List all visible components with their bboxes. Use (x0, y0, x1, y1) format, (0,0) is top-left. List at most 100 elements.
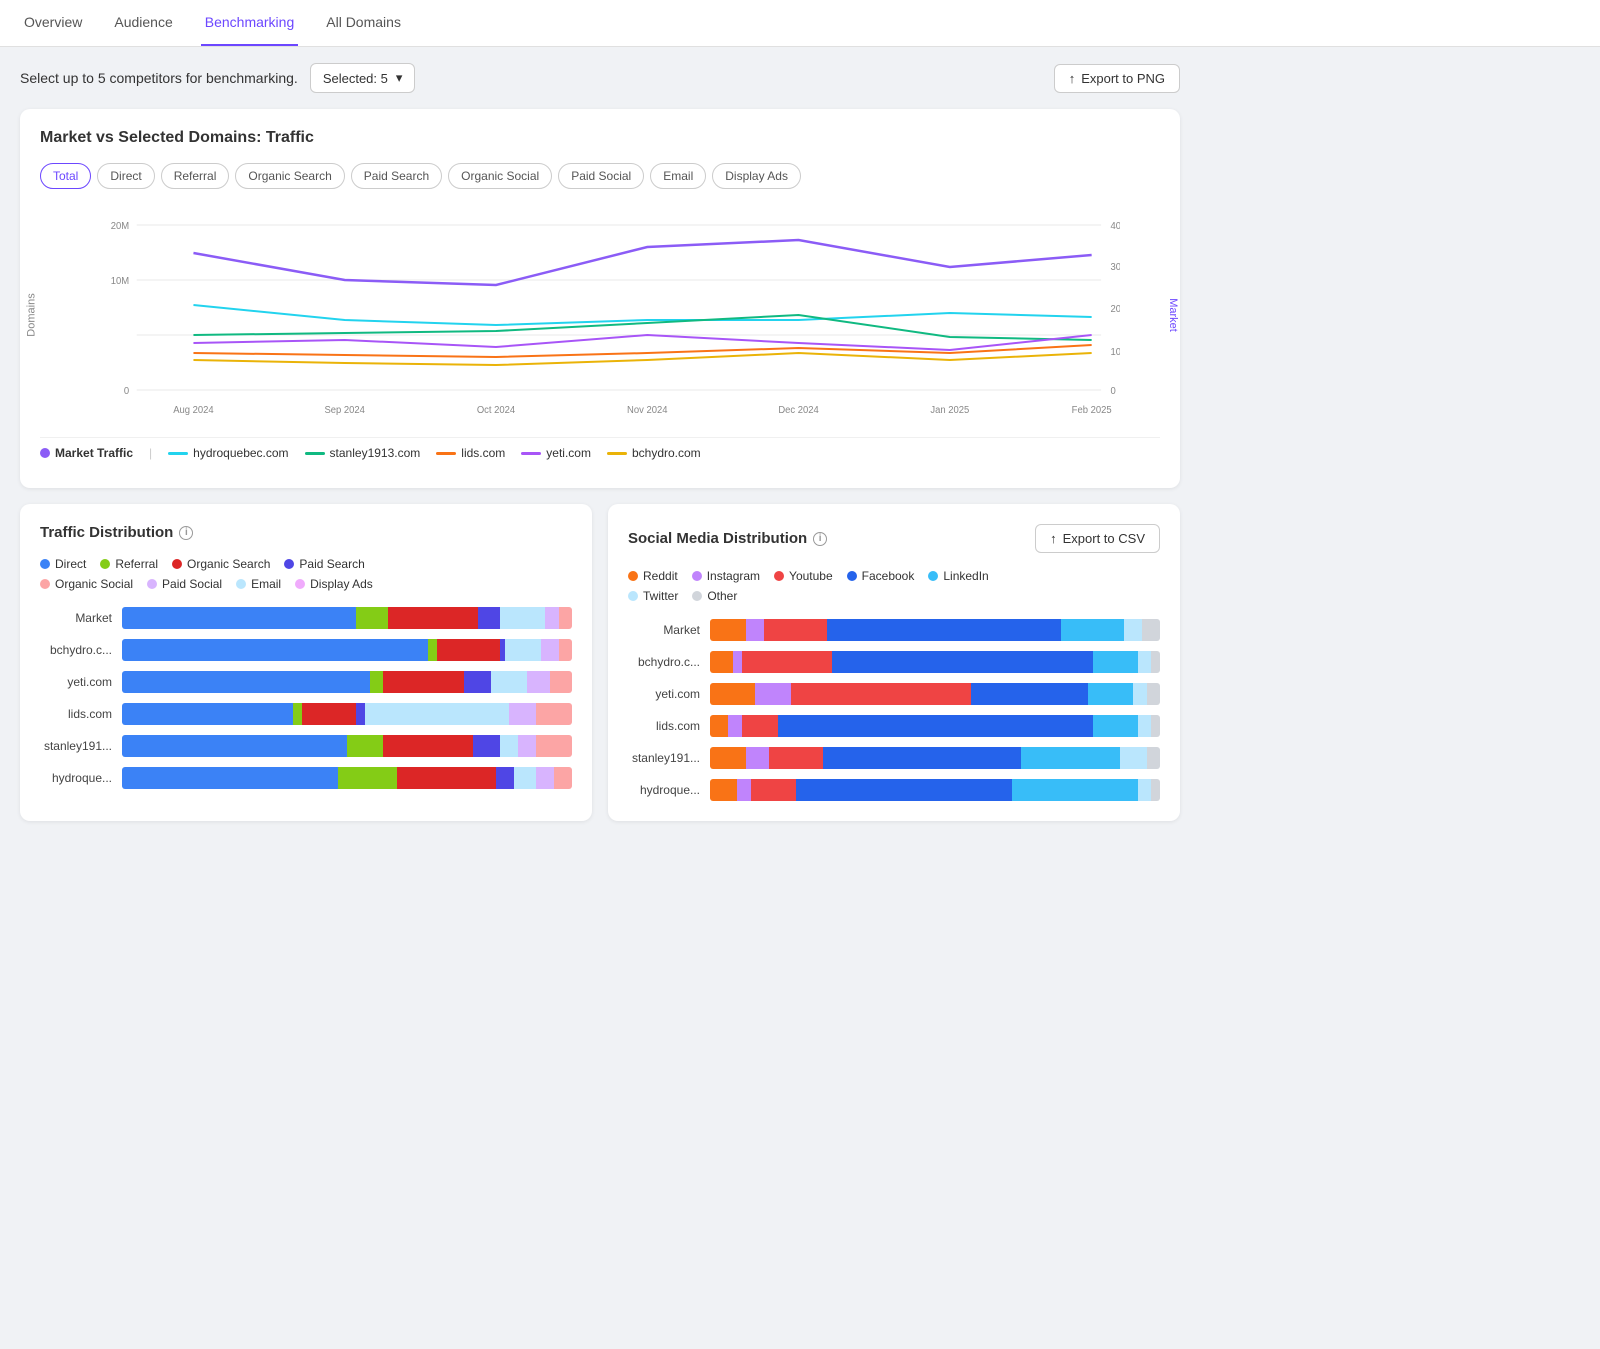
bar-segment (710, 619, 746, 641)
tab-organic-social[interactable]: Organic Social (448, 163, 552, 189)
bar-segment (742, 715, 778, 737)
bar-label: stanley191... (628, 751, 700, 765)
nav-item-overview[interactable]: Overview (20, 0, 86, 46)
bar-segment (293, 703, 302, 725)
bar-segment (559, 607, 573, 629)
bar-label: bchydro.c... (628, 655, 700, 669)
bar-segment (742, 651, 832, 673)
tab-direct[interactable]: Direct (97, 163, 154, 189)
bar-segment (356, 607, 388, 629)
tab-organic-search[interactable]: Organic Search (235, 163, 344, 189)
legend-item: Organic Search (172, 557, 270, 571)
bar-segment (437, 639, 500, 661)
traffic-dist-info-icon[interactable]: i (179, 526, 193, 540)
legend-item: Facebook (847, 569, 915, 583)
bar-row: hydroque... (40, 767, 572, 789)
legend-item: Paid Social (147, 577, 222, 591)
legend-item: Direct (40, 557, 86, 571)
bar-segment (122, 671, 370, 693)
chart-area: 20M 10M 0 40M 30M 20M 10M 0 Aug 2024 Sep… (80, 205, 1120, 425)
bar-label: yeti.com (40, 675, 112, 689)
bar-segment (1138, 779, 1152, 801)
legend-item-3: lids.com (436, 446, 505, 460)
tab-email[interactable]: Email (650, 163, 706, 189)
svg-text:Feb 2025: Feb 2025 (1072, 405, 1112, 416)
bar-segment (505, 639, 541, 661)
legend-item-2: stanley1913.com (305, 446, 421, 460)
bar-row: bchydro.c... (628, 651, 1160, 673)
tab-total[interactable]: Total (40, 163, 91, 189)
legend-item-5: bchydro.com (607, 446, 701, 460)
bar-segment (527, 671, 550, 693)
legend-item: Organic Social (40, 577, 133, 591)
bar-segment (1151, 779, 1160, 801)
bar-segment (500, 735, 518, 757)
bar-segment (746, 747, 769, 769)
export-csv-button[interactable]: ↑ Export to CSV (1035, 524, 1160, 553)
bar-segment (122, 703, 293, 725)
legend-item: LinkedIn (928, 569, 988, 583)
bar-row: yeti.com (628, 683, 1160, 705)
bar-segment (832, 651, 1093, 673)
tab-referral[interactable]: Referral (161, 163, 230, 189)
traffic-distribution-card: Traffic Distribution i DirectReferralOrg… (20, 504, 592, 821)
export-png-label: Export to PNG (1081, 71, 1165, 86)
bar-segment (388, 607, 478, 629)
bar-segment (1138, 651, 1152, 673)
bar-segment (122, 639, 428, 661)
bar-segment (728, 715, 742, 737)
tab-paid-search[interactable]: Paid Search (351, 163, 442, 189)
bar-segment (383, 671, 464, 693)
tab-display-ads[interactable]: Display Ads (712, 163, 801, 189)
bar-segment (1093, 715, 1138, 737)
traffic-dist-legend: DirectReferralOrganic SearchPaid SearchO… (40, 557, 572, 591)
upload-icon: ↑ (1069, 71, 1076, 86)
svg-text:10M: 10M (1111, 347, 1120, 358)
tab-paid-social[interactable]: Paid Social (558, 163, 644, 189)
bar-segment (1021, 747, 1120, 769)
bar-container (710, 651, 1160, 673)
bar-row: stanley191... (628, 747, 1160, 769)
instruction-text: Select up to 5 competitors for benchmark… (20, 70, 298, 86)
legend-row-1: TwitterOther (628, 589, 1160, 603)
competitor-dropdown[interactable]: Selected: 5 ▾ (310, 63, 416, 93)
bar-label: lids.com (628, 719, 700, 733)
bar-segment (478, 607, 501, 629)
social-dist-info-icon[interactable]: i (813, 532, 827, 546)
legend-item-1: hydroquebec.com (168, 446, 288, 460)
bar-segment (778, 715, 1093, 737)
legend-item-4: yeti.com (521, 446, 591, 460)
svg-text:Aug 2024: Aug 2024 (173, 405, 214, 416)
bar-segment (710, 747, 746, 769)
legend-item: Twitter (628, 589, 678, 603)
bar-label: Market (40, 611, 112, 625)
bar-label: hydroque... (40, 771, 112, 785)
bar-row: yeti.com (40, 671, 572, 693)
bar-segment (796, 779, 1012, 801)
bar-segment (1061, 619, 1124, 641)
bar-segment (1120, 747, 1147, 769)
bar-row: lids.com (628, 715, 1160, 737)
bar-segment (1012, 779, 1138, 801)
bar-segment (536, 767, 554, 789)
bar-segment (710, 651, 733, 673)
nav-item-alldomains[interactable]: All Domains (322, 0, 405, 46)
svg-text:Oct 2024: Oct 2024 (477, 405, 516, 416)
svg-text:0: 0 (1111, 386, 1117, 397)
export-png-button[interactable]: ↑ Export to PNG (1054, 64, 1180, 93)
bar-segment (356, 703, 365, 725)
legend-item: Youtube (774, 569, 833, 583)
bar-label: bchydro.c... (40, 643, 112, 657)
bar-segment (737, 779, 751, 801)
bar-segment (491, 671, 527, 693)
nav-item-benchmarking[interactable]: Benchmarking (201, 0, 299, 46)
bar-container (122, 735, 572, 757)
bar-row: Market (628, 619, 1160, 641)
bar-label: hydroque... (628, 783, 700, 797)
svg-text:Jan 2025: Jan 2025 (930, 405, 969, 416)
bar-segment (302, 703, 356, 725)
bar-row: stanley191... (40, 735, 572, 757)
bar-segment (464, 671, 491, 693)
bar-container (122, 671, 572, 693)
nav-item-audience[interactable]: Audience (110, 0, 176, 46)
